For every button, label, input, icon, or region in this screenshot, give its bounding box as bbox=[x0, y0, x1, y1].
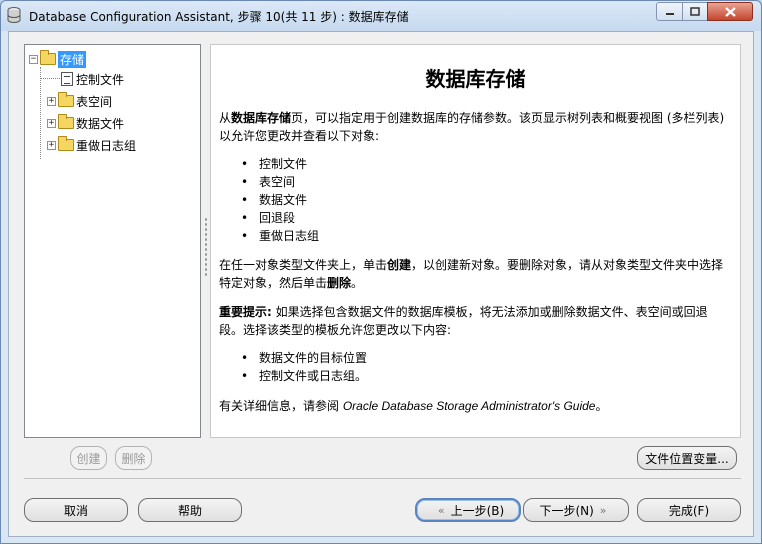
list-item-label: 数据文件的目标位置 bbox=[259, 351, 368, 365]
text: 如果选择包含数据文件的数据库模板，将无法添加或删除数据文件、表空间或回退 bbox=[271, 305, 708, 319]
back-button[interactable]: « 上一步(B) bbox=[415, 498, 521, 522]
help-button[interactable]: 帮助 bbox=[138, 498, 242, 522]
list-item-label: 表空间 bbox=[259, 175, 296, 189]
list-item: • 数据文件的目标位置 bbox=[241, 349, 367, 367]
list-item: • 重做日志组 bbox=[241, 227, 319, 245]
control-file-icon bbox=[61, 72, 73, 86]
text: 有关详细信息，请参阅 bbox=[219, 399, 343, 413]
expand-toggle[interactable]: + bbox=[47, 140, 56, 150]
create-button[interactable]: 创建 bbox=[70, 446, 107, 470]
storage-tree[interactable]: − 存储 控制文件 + 表空间 + 数据文件 + 重做日志组 bbox=[24, 44, 201, 438]
finish-button[interactable]: 完成(F) bbox=[637, 498, 741, 522]
bold-text: 创建 bbox=[387, 258, 412, 272]
list-item: • 控制文件或日志组。 bbox=[241, 367, 367, 385]
list-item-label: 控制文件 bbox=[259, 157, 308, 171]
bullet: • bbox=[241, 211, 249, 225]
text: 段。选择该类型的模板允许您更改以下内容: bbox=[219, 323, 452, 337]
tree-connector bbox=[40, 67, 41, 159]
tree-node-datafiles[interactable]: + 数据文件 bbox=[47, 113, 124, 133]
tree-node-storage[interactable]: − 存储 bbox=[29, 49, 87, 69]
folder-icon bbox=[58, 114, 74, 129]
list-item-label: 回退段 bbox=[259, 211, 296, 225]
minimize-button[interactable] bbox=[656, 2, 683, 21]
folder-icon bbox=[58, 92, 74, 107]
tree-node-label: 控制文件 bbox=[76, 72, 125, 87]
bold-text: 删除 bbox=[327, 276, 352, 290]
text: 从 bbox=[219, 111, 232, 125]
file-location-variables-button[interactable]: 文件位置变量... bbox=[637, 446, 737, 470]
guide-title: Oracle Database Storage Administrator's … bbox=[342, 399, 596, 413]
text: 以允许您更改并查看以下对象: bbox=[219, 129, 380, 143]
list-item-label: 重做日志组 bbox=[259, 229, 320, 243]
create-delete-paragraph: 在任一对象类型文件夹上，单击创建，以创建新对象。要删除对象，请从对象类型文件夹中… bbox=[219, 256, 734, 292]
footer-divider bbox=[24, 478, 741, 479]
text: 在任一对象类型文件夹上，单击 bbox=[219, 258, 388, 272]
back-button-label: 上一步(B) bbox=[450, 503, 505, 518]
text: ，以创建新对象。要删除对象，请从对象类型文件夹中选择 bbox=[411, 258, 724, 272]
expand-toggle[interactable]: + bbox=[47, 118, 56, 128]
list-item: • 回退段 bbox=[241, 209, 319, 227]
maximize-icon bbox=[690, 7, 700, 16]
collapse-toggle[interactable]: − bbox=[29, 54, 38, 64]
bullet: • bbox=[241, 193, 249, 207]
minimize-icon bbox=[665, 12, 674, 15]
changeable-list: • 数据文件的目标位置 • 控制文件或日志组。 bbox=[241, 349, 367, 385]
bullet: • bbox=[241, 175, 249, 189]
main-content: − 存储 控制文件 + 表空间 + 数据文件 + 重做日志组 数据库存储 从数据… bbox=[8, 31, 754, 537]
dbca-window: Database Configuration Assistant, 步骤 10(… bbox=[0, 0, 762, 544]
list-item: • 数据文件 bbox=[241, 191, 319, 209]
maximize-button[interactable] bbox=[682, 2, 708, 21]
folder-icon bbox=[58, 136, 74, 151]
window-title: Database Configuration Assistant, 步骤 10(… bbox=[29, 10, 409, 24]
expand-toggle[interactable]: + bbox=[47, 96, 56, 106]
list-item-label: 数据文件 bbox=[259, 193, 308, 207]
bullet: • bbox=[241, 157, 249, 171]
list-item: • 控制文件 bbox=[241, 155, 319, 173]
text: 特定对象，然后单击 bbox=[219, 276, 328, 290]
next-button[interactable]: 下一步(N) » bbox=[523, 498, 629, 522]
list-item-label: 控制文件或日志组。 bbox=[259, 369, 368, 383]
bullet: • bbox=[241, 229, 249, 243]
tree-node-control-files[interactable]: 控制文件 bbox=[61, 69, 124, 89]
close-button[interactable] bbox=[707, 2, 753, 21]
tree-node-redo-log-groups[interactable]: + 重做日志组 bbox=[47, 135, 136, 155]
more-info-paragraph: 有关详细信息，请参阅 Oracle Database Storage Admin… bbox=[219, 397, 734, 415]
bullet: • bbox=[241, 369, 249, 383]
list-item: • 表空间 bbox=[241, 173, 319, 191]
close-icon bbox=[724, 6, 736, 17]
description-panel: 数据库存储 从数据库存储页，可以指定用于创建数据库的存储参数。该页显示树列表和概… bbox=[210, 44, 741, 438]
text: 。 bbox=[595, 399, 608, 413]
delete-button[interactable]: 删除 bbox=[115, 446, 152, 470]
object-list: • 控制文件 • 表空间 • 数据文件 • 回退段 • 重做日志组 bbox=[241, 155, 319, 245]
tree-connector bbox=[40, 78, 60, 79]
page-title: 数据库存储 bbox=[425, 67, 526, 91]
tree-node-label: 表空间 bbox=[76, 94, 113, 109]
text: 。 bbox=[351, 276, 364, 290]
intro-paragraph: 从数据库存储页，可以指定用于创建数据库的存储参数。该页显示树列表和概要视图 (多… bbox=[219, 109, 734, 145]
cancel-button[interactable]: 取消 bbox=[24, 498, 128, 522]
bullet: • bbox=[241, 351, 249, 365]
next-button-label: 下一步(N) bbox=[539, 503, 594, 518]
tree-node-label: 重做日志组 bbox=[76, 138, 137, 153]
database-app-icon bbox=[7, 7, 21, 23]
tree-node-label: 数据文件 bbox=[76, 116, 125, 131]
back-arrow-icon: « bbox=[437, 503, 445, 517]
next-arrow-icon: » bbox=[599, 503, 607, 517]
tree-node-tablespaces[interactable]: + 表空间 bbox=[47, 91, 112, 111]
important-note-paragraph: 重要提示: 如果选择包含数据文件的数据库模板，将无法添加或删除数据文件、表空间或… bbox=[219, 303, 734, 339]
bold-text: 重要提示: bbox=[219, 305, 272, 319]
folder-open-icon bbox=[40, 50, 56, 65]
tree-node-label: 存储 bbox=[58, 50, 87, 68]
bold-text: 数据库存储 bbox=[231, 111, 292, 125]
text: 页，可以指定用于创建数据库的存储参数。该页显示树列表和概要视图 (多栏列表) bbox=[291, 111, 725, 125]
panel-splitter-handle[interactable] bbox=[204, 217, 208, 277]
title-bar: Database Configuration Assistant, 步骤 10(… bbox=[1, 1, 761, 31]
